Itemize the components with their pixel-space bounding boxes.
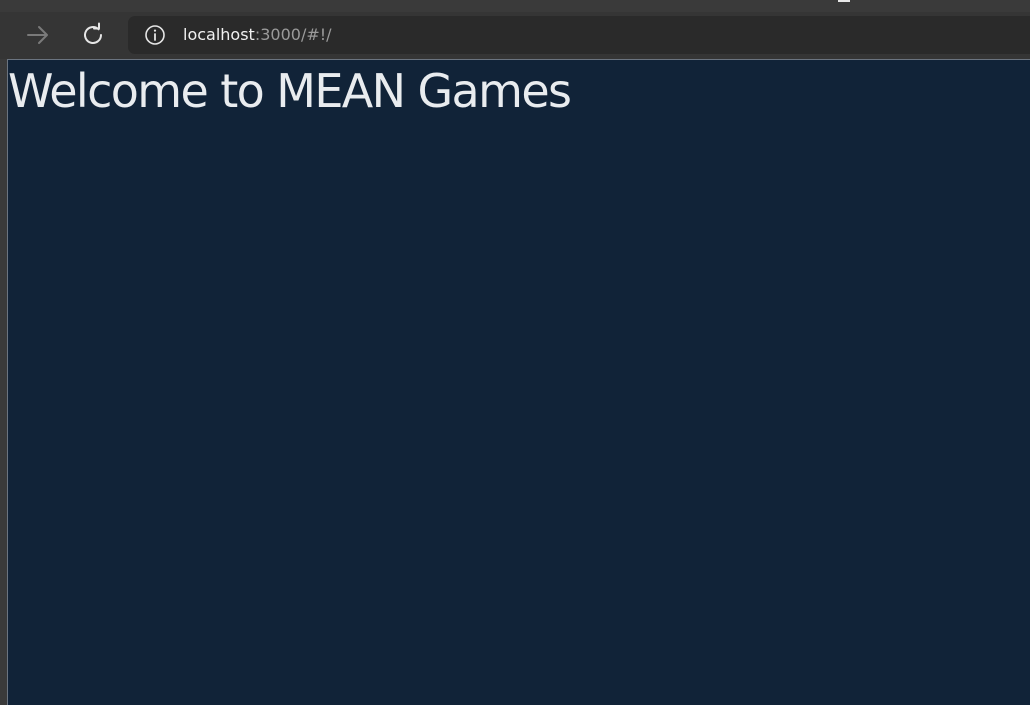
page-title: Welcome to MEAN Games [8, 64, 572, 118]
url-host: localhost [183, 25, 255, 44]
tab-indicator [838, 0, 850, 2]
url-text[interactable]: localhost:3000/#!/ [183, 25, 332, 45]
reload-icon [84, 22, 102, 44]
address-bar[interactable]: localhost:3000/#!/ [128, 16, 1030, 54]
reload-button[interactable] [75, 17, 111, 53]
url-path: :3000/#!/ [254, 25, 332, 44]
tab-strip [0, 0, 1030, 12]
info-icon[interactable] [144, 24, 166, 46]
arrow-right-icon [27, 26, 48, 44]
page-viewport: Welcome to MEAN Games [7, 59, 1030, 705]
forward-button[interactable] [20, 17, 56, 53]
browser-toolbar: localhost:3000/#!/ [0, 12, 1030, 59]
browser-window: localhost:3000/#!/ Welcome to MEAN Games [0, 0, 1030, 705]
